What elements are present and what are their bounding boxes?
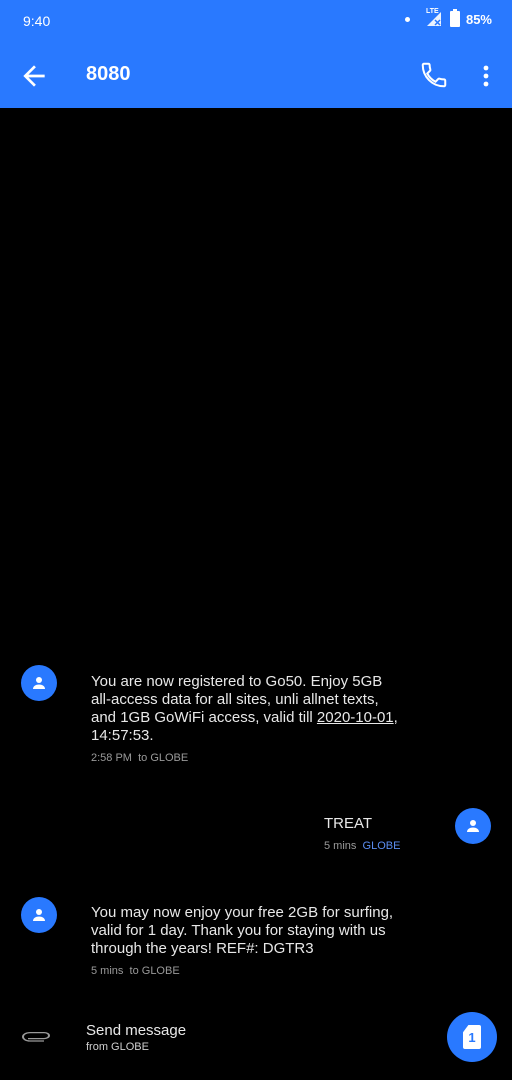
paperclip-icon (22, 1032, 50, 1042)
message-time: 5 mins (91, 965, 124, 977)
message-input[interactable]: Send message (86, 1022, 186, 1039)
send-from-label: from GLOBE (86, 1041, 149, 1053)
date-link[interactable]: 2020-10-01 (317, 709, 394, 726)
message-sim: to GLOBE (129, 965, 180, 977)
status-bar: 9:40 LTE 85% (0, 0, 512, 42)
status-icons: LTE 85% (404, 8, 492, 27)
message-sim: GLOBE (362, 840, 401, 852)
message-meta: 5 mins GLOBE (324, 840, 400, 852)
self-avatar[interactable] (455, 808, 491, 844)
sim-card-icon: 1 (463, 1025, 481, 1049)
network-type: LTE (425, 8, 439, 15)
person-icon (467, 820, 479, 832)
attach-button[interactable] (22, 1023, 54, 1055)
message-text: You may now enjoy your free 2GB for surf… (91, 904, 394, 957)
arrow-left-icon (23, 65, 45, 87)
back-button[interactable] (18, 60, 50, 92)
compose-bar: Send message from GLOBE (0, 1000, 512, 1080)
overflow-menu-button[interactable] (474, 60, 498, 92)
conversation-title: 8080 (86, 63, 131, 85)
message-text: TREAT (324, 815, 373, 832)
message-sim: to GLOBE (138, 752, 189, 764)
notification-dot-icon (404, 16, 410, 22)
app-bar: 9:40 LTE 85% 8080 (0, 0, 512, 108)
message-time: 5 mins (324, 840, 357, 852)
sender-avatar[interactable] (21, 897, 57, 933)
sender-avatar[interactable] (21, 665, 57, 701)
sim-number: 1 (468, 1029, 476, 1045)
sim-select-button[interactable]: 1 (447, 1012, 497, 1062)
message-bubble[interactable]: You are now registered to Go50. Enjoy 5G… (91, 673, 401, 745)
more-vert-icon (483, 65, 489, 87)
person-icon (33, 909, 45, 921)
battery-icon (449, 9, 460, 27)
call-button[interactable] (419, 60, 451, 92)
message-time: 2:58 PM (91, 752, 132, 764)
person-icon (33, 677, 45, 689)
message-meta: 2:58 PM to GLOBE (91, 752, 188, 764)
status-time: 9:40 (23, 13, 51, 29)
phone-icon (421, 62, 447, 88)
message-bubble-outgoing[interactable]: TREAT (324, 815, 372, 833)
message-bubble[interactable]: You may now enjoy your free 2GB for surf… (91, 904, 401, 958)
battery-percent: 85% (465, 11, 492, 27)
message-meta: 5 mins to GLOBE (91, 965, 180, 977)
signal-icon: LTE (425, 8, 442, 27)
